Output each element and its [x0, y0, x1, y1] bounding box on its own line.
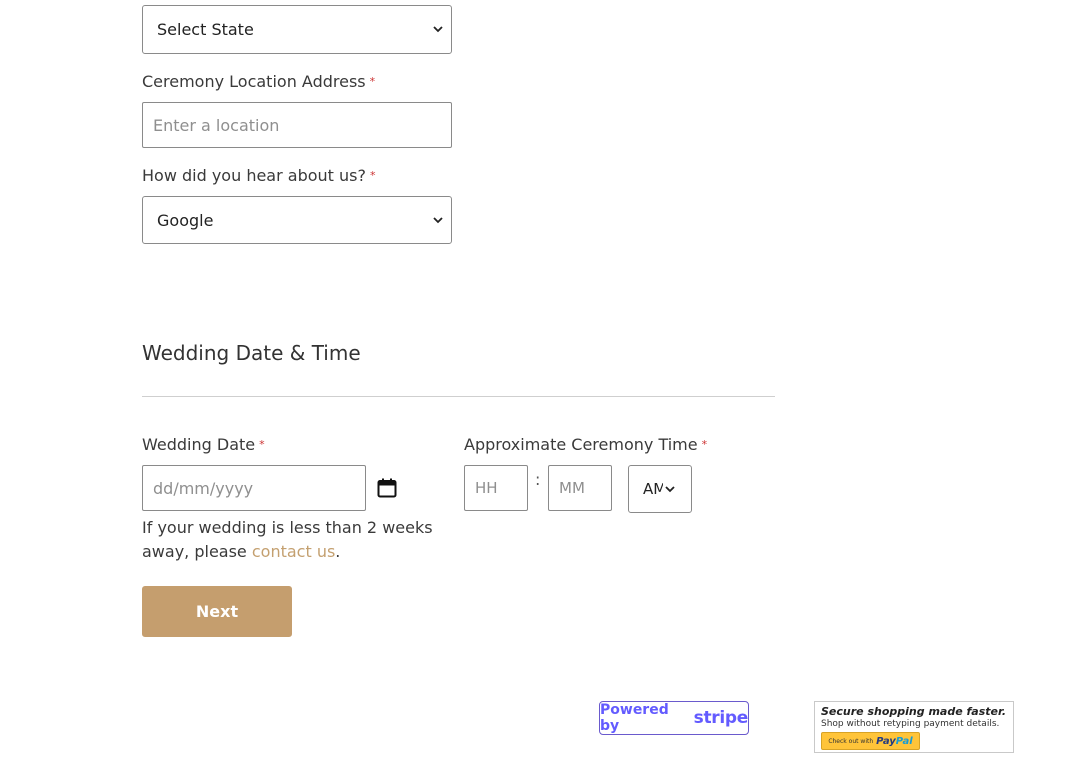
- wedding-date-input[interactable]: dd/mm/yyyy: [142, 465, 366, 511]
- referral-select-value: Google: [157, 210, 214, 230]
- powered-by-stripe-badge[interactable]: Powered by stripe: [599, 701, 749, 735]
- section-title: Wedding Date & Time: [142, 341, 361, 365]
- help-text-after: .: [335, 542, 341, 561]
- ceremony-location-label: Ceremony Location Address *: [142, 72, 375, 91]
- required-mark: *: [369, 75, 376, 88]
- referral-label: How did you hear about us? *: [142, 166, 376, 185]
- ampm-select[interactable]: AM: [628, 465, 692, 513]
- wedding-date-label-text: Wedding Date: [142, 435, 256, 454]
- ampm-select-value: AM: [643, 480, 663, 498]
- calendar-icon[interactable]: [377, 478, 397, 498]
- paypal-logo-pay: Pay: [876, 735, 896, 747]
- chevron-down-icon: [431, 213, 445, 227]
- chevron-down-icon: [431, 23, 445, 37]
- referral-select[interactable]: Google: [142, 196, 452, 244]
- paypal-button-prefix: Check out with: [828, 737, 874, 745]
- hour-input[interactable]: HH: [464, 465, 528, 511]
- minute-input[interactable]: MM: [548, 465, 612, 511]
- chevron-down-icon: [663, 482, 677, 496]
- state-select-value: Select State: [157, 20, 254, 39]
- ceremony-time-label-text: Approximate Ceremony Time: [464, 435, 698, 454]
- state-select[interactable]: Select State: [142, 5, 452, 54]
- wedding-date-label: Wedding Date *: [142, 435, 265, 454]
- ceremony-location-label-text: Ceremony Location Address: [142, 72, 366, 91]
- required-mark: *: [370, 169, 376, 182]
- paypal-badge[interactable]: Secure shopping made faster. Shop withou…: [814, 701, 1014, 753]
- paypal-headline: Secure shopping made faster.: [821, 705, 1006, 718]
- paypal-logo: PayPal: [876, 736, 913, 747]
- stripe-badge-prefix: Powered by: [600, 702, 669, 734]
- hour-placeholder: HH: [475, 479, 498, 497]
- paypal-subline: Shop without retyping payment details.: [821, 719, 1000, 729]
- contact-us-link[interactable]: contact us: [252, 542, 335, 561]
- ceremony-time-label: Approximate Ceremony Time *: [464, 435, 707, 454]
- booking-form-page: Select State Ceremony Location Address * …: [0, 0, 1082, 780]
- time-separator: :: [535, 470, 541, 489]
- minute-placeholder: MM: [559, 479, 585, 497]
- short-notice-help-text: If your wedding is less than 2 weeks awa…: [142, 516, 442, 564]
- stripe-logo: stripe: [693, 708, 749, 728]
- paypal-logo-pal: Pal: [895, 735, 913, 747]
- ceremony-location-placeholder: Enter a location: [153, 115, 280, 135]
- next-button[interactable]: Next: [142, 586, 292, 637]
- wedding-date-placeholder: dd/mm/yyyy: [153, 478, 254, 498]
- referral-label-text: How did you hear about us?: [142, 166, 366, 185]
- ceremony-location-input[interactable]: Enter a location: [142, 102, 452, 148]
- required-mark: *: [259, 438, 265, 451]
- section-divider: [142, 396, 775, 397]
- paypal-checkout-button[interactable]: Check out with PayPal: [821, 732, 920, 750]
- required-mark: *: [701, 438, 708, 451]
